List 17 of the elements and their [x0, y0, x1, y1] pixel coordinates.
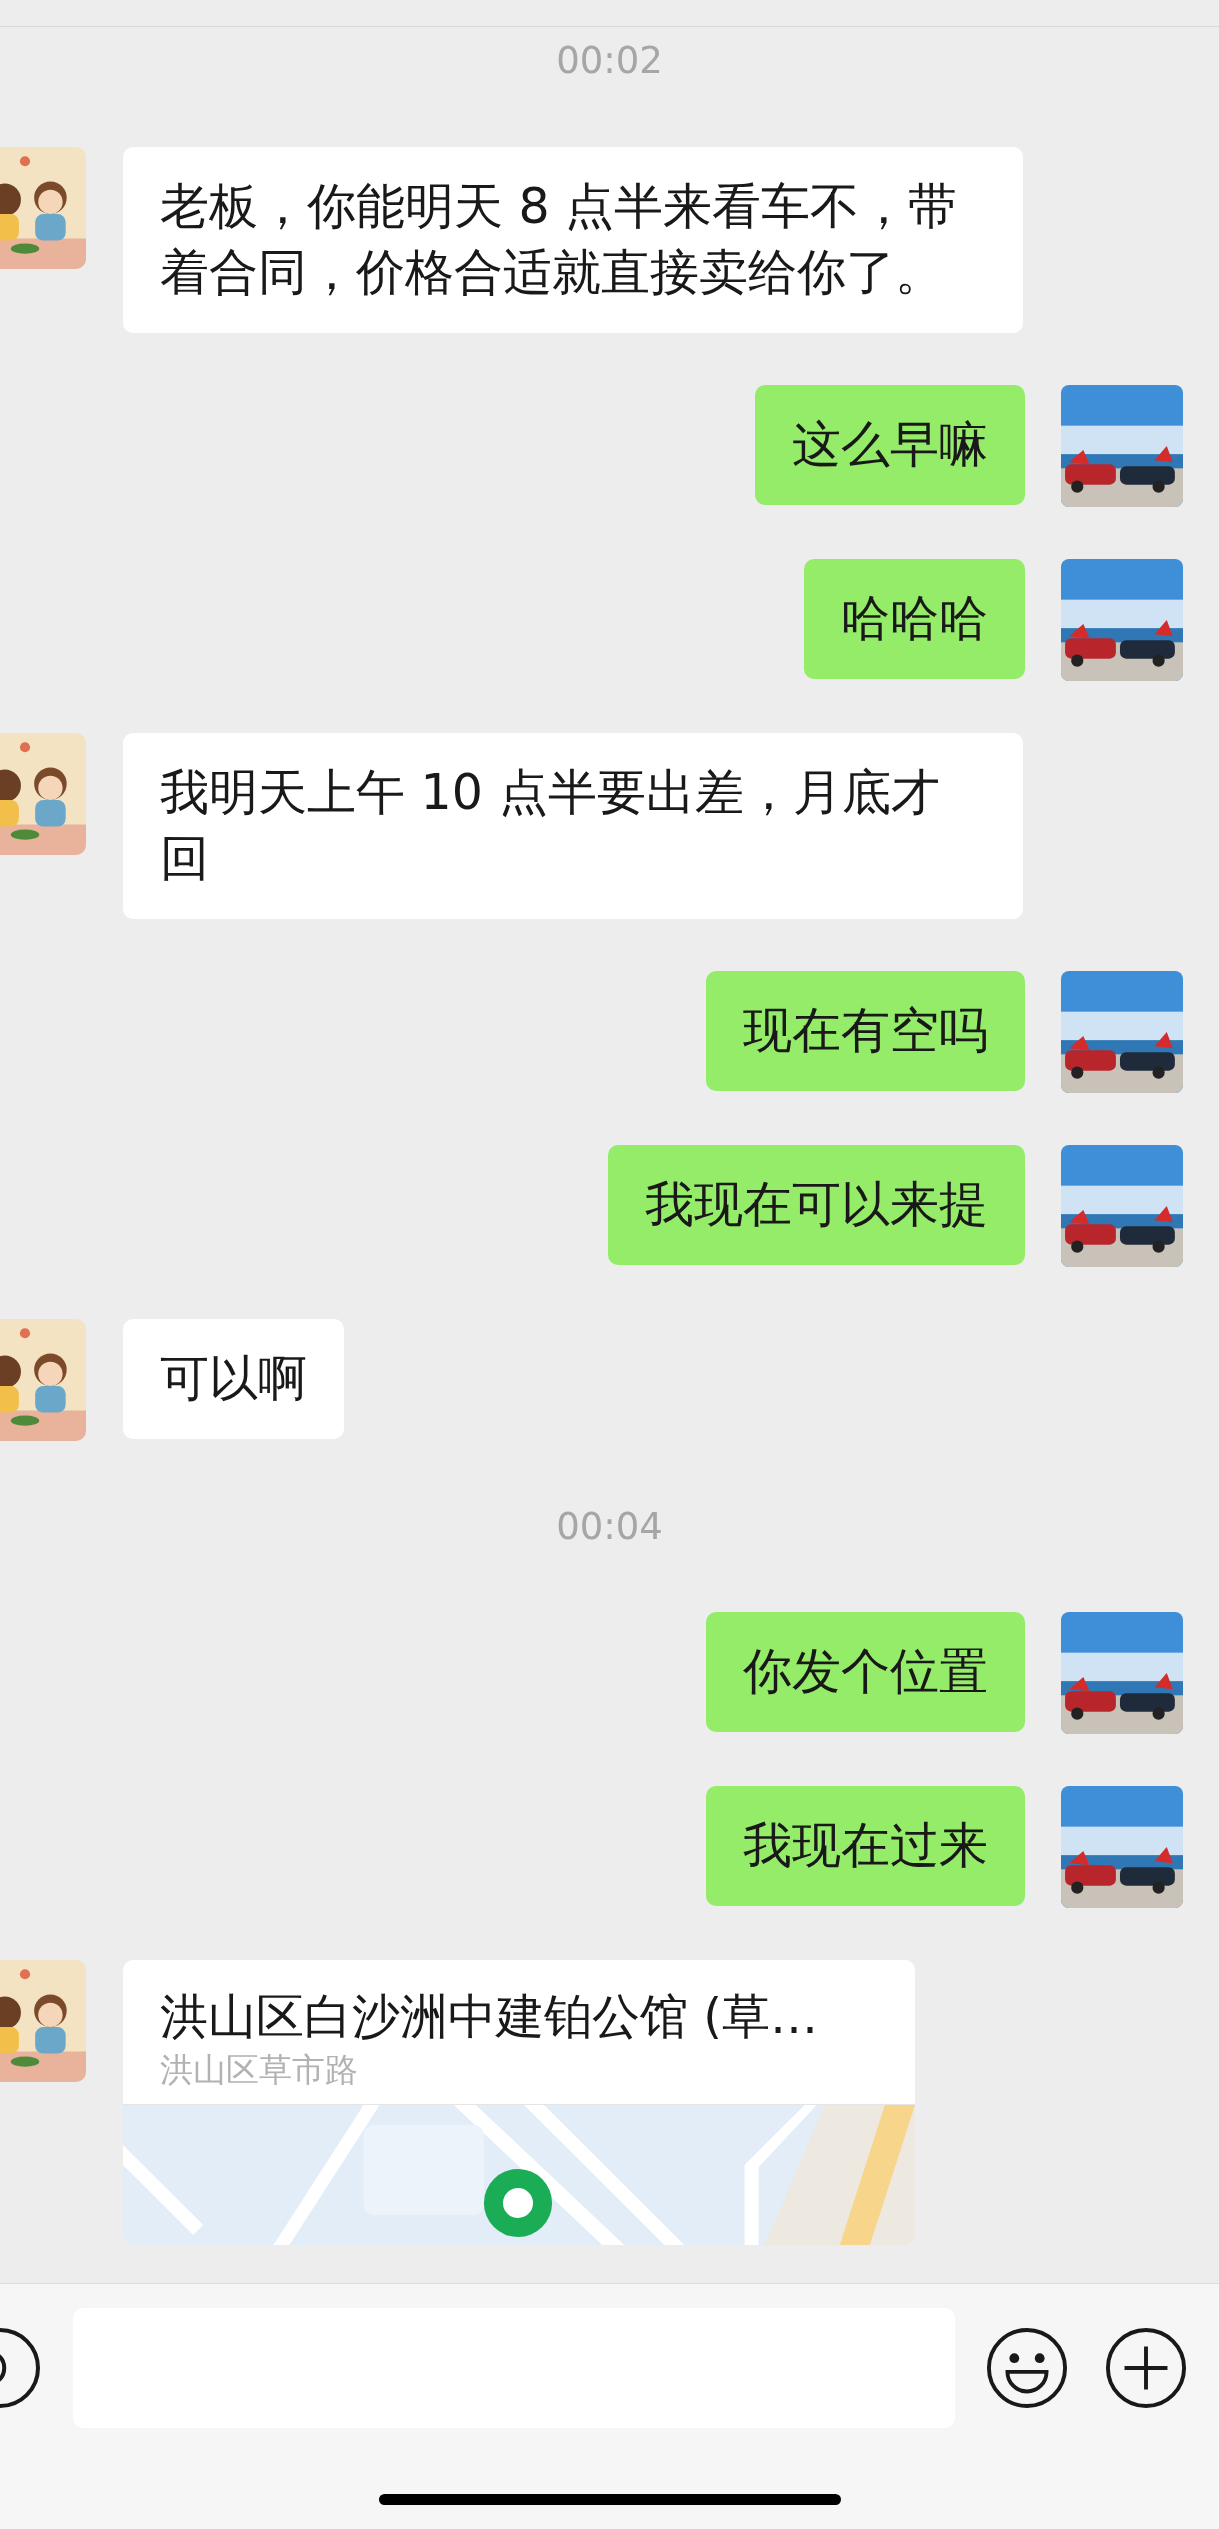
- location-address: 洪山区草市路: [160, 2049, 359, 2091]
- message-bubble: 这么早嘛: [755, 384, 1025, 505]
- voice-icon[interactable]: [0, 2326, 40, 2410]
- location-title: 洪山区白沙洲中建铂公馆 (草…: [160, 1987, 819, 2046]
- message-bubble: 哈哈哈: [804, 558, 1025, 679]
- message-bubble: 可以啊: [123, 1318, 344, 1439]
- emoji-icon[interactable]: [986, 2327, 1068, 2409]
- timestamp: 00:02: [556, 38, 663, 84]
- message-bubble: 我现在可以来提: [608, 1144, 1025, 1265]
- message-bubble: 现在有空吗: [706, 970, 1025, 1091]
- message-bubble: 我现在过来: [706, 1786, 1025, 1906]
- timestamp: 00:04: [556, 1503, 663, 1550]
- plus-icon[interactable]: [1105, 2327, 1187, 2409]
- message-bubble: 你发个位置: [706, 1612, 1025, 1732]
- message-bubble: 老板，你能明天 8 点半来看车不，带着合同，价格合适就直接卖给你了。: [123, 146, 1023, 333]
- message-bubble: 我明天上午 10 点半要出差，月底才回: [123, 732, 1023, 919]
- location-card[interactable]: 洪山区白沙洲中建铂公馆 (草… 洪山区草市路: [123, 1960, 915, 2245]
